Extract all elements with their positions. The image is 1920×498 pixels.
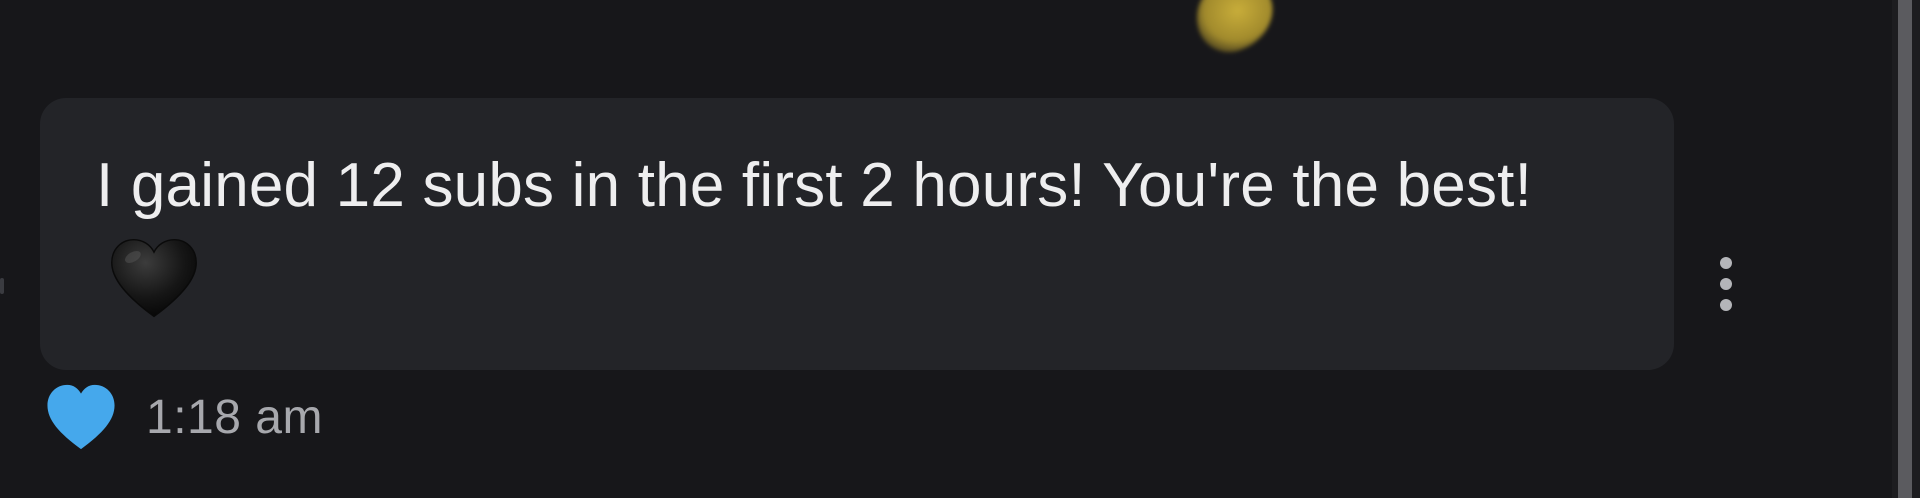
scrollbar[interactable]: [1892, 0, 1920, 498]
chat-view: I gained 12 subs in the first 2 hours! Y…: [0, 0, 1920, 498]
black-heart-icon: [111, 238, 197, 318]
scrollbar-thumb[interactable]: [1898, 0, 1912, 498]
message-timestamp: 1:18 am: [146, 390, 323, 444]
message-meta: 1:18 am: [44, 382, 323, 452]
blue-heart-icon[interactable]: [44, 382, 118, 452]
more-dot-bottom: [1720, 299, 1732, 311]
message-content: I gained 12 subs in the first 2 hours! Y…: [96, 140, 1576, 342]
left-edge-marker: [0, 278, 4, 294]
avatar-image-fragment: [1187, 0, 1283, 61]
message-text: I gained 12 subs in the first 2 hours! Y…: [96, 151, 1533, 220]
more-dot-top: [1720, 257, 1732, 269]
more-dot-middle: [1720, 278, 1732, 290]
message-more-button[interactable]: [1706, 252, 1746, 316]
message-bubble[interactable]: I gained 12 subs in the first 2 hours! Y…: [40, 98, 1674, 370]
